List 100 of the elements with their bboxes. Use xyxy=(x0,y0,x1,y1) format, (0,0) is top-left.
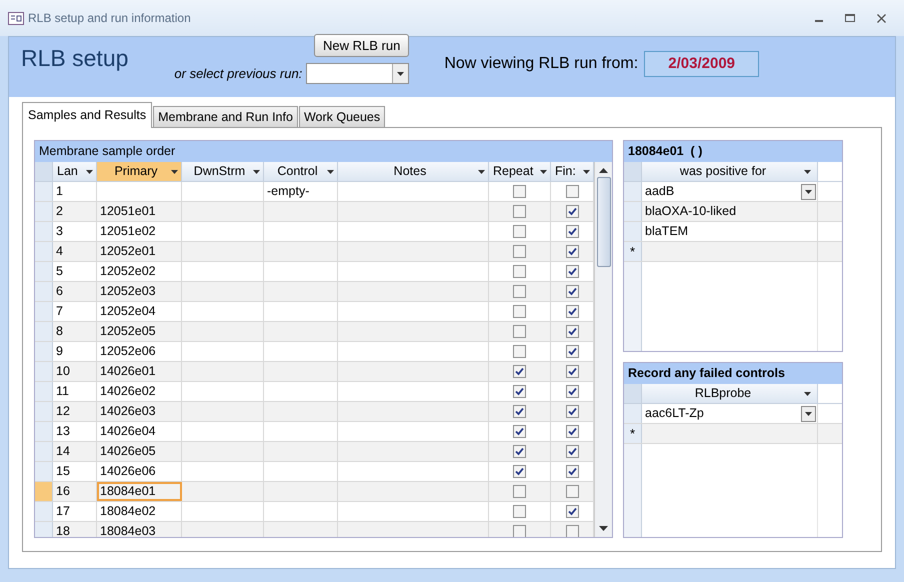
table-cell-text: 13 xyxy=(56,423,70,440)
column-header[interactable]: was positive for xyxy=(642,162,818,181)
scroll-thumb[interactable] xyxy=(596,177,610,267)
subform-title: 18084e01 ( ) xyxy=(624,141,842,162)
column-header[interactable]: Notes xyxy=(338,162,489,181)
column-header[interactable]: RLBprobe xyxy=(642,384,818,403)
table-cell-text: 14026e02 xyxy=(100,383,156,400)
new-record-mark: * xyxy=(630,245,636,258)
checkbox[interactable] xyxy=(566,385,578,398)
table-cell-text: 16 xyxy=(56,483,70,500)
table-cell-text: 18084e02 xyxy=(100,503,156,520)
table-cell-text: 18084e01 xyxy=(100,483,156,500)
new-record-mark: * xyxy=(630,427,636,440)
caret-icon xyxy=(805,412,812,416)
checkbox[interactable] xyxy=(566,245,578,258)
checkbox[interactable] xyxy=(566,325,578,338)
table-title: Membrane sample order xyxy=(35,141,612,162)
checkbox[interactable] xyxy=(513,425,526,438)
table-cell-text: 12051e01 xyxy=(100,203,156,220)
checkbox[interactable] xyxy=(513,265,526,278)
checkbox[interactable] xyxy=(513,445,526,458)
table-cell-text: 14026e04 xyxy=(100,423,156,440)
table-cell-text: aadB xyxy=(645,183,676,200)
checkbox[interactable] xyxy=(566,225,578,238)
checkbox[interactable] xyxy=(566,185,578,198)
dropdown-button[interactable] xyxy=(801,184,816,200)
table-cell-text: 6 xyxy=(56,283,63,300)
checkbox[interactable] xyxy=(513,505,526,518)
checkbox[interactable] xyxy=(566,345,578,358)
viewing-label: Now viewing RLB run from: xyxy=(444,54,638,74)
checkbox[interactable] xyxy=(513,325,526,338)
checkbox[interactable] xyxy=(513,485,526,498)
checkbox[interactable] xyxy=(513,465,526,478)
tab[interactable]: Work Queues xyxy=(298,106,386,128)
checkbox[interactable] xyxy=(513,205,526,218)
table-cell-text: 15 xyxy=(56,463,70,480)
table-cell-text: 5 xyxy=(56,263,63,280)
checkbox[interactable] xyxy=(513,385,526,398)
new-record-row[interactable]: * xyxy=(624,424,842,444)
table-cell-text: 18084e03 xyxy=(100,523,156,537)
caret-icon xyxy=(171,170,178,174)
checkbox[interactable] xyxy=(566,305,578,318)
checkbox[interactable] xyxy=(566,445,578,458)
caret-icon xyxy=(478,170,485,174)
new-record-row[interactable]: * xyxy=(624,242,842,262)
column-header[interactable]: Primary xyxy=(97,162,182,181)
caret-icon xyxy=(805,190,812,194)
caret-icon xyxy=(327,170,334,174)
column-header[interactable]: DwnStrm xyxy=(182,162,264,181)
checkbox[interactable] xyxy=(513,185,526,198)
checkbox[interactable] xyxy=(566,365,578,378)
table-cell-text: 12052e01 xyxy=(100,243,156,260)
caret-icon xyxy=(583,170,590,174)
checkbox[interactable] xyxy=(513,405,526,418)
window-title: RLB setup and run information xyxy=(28,10,191,27)
checkbox[interactable] xyxy=(513,245,526,258)
checkbox[interactable] xyxy=(566,405,578,418)
dropdown-button[interactable] xyxy=(801,406,816,422)
new-run-button[interactable]: New RLB run xyxy=(314,34,410,57)
caret-icon xyxy=(397,72,404,76)
table-cell-text: 12051e02 xyxy=(100,223,156,240)
table-cell-text: 8 xyxy=(56,323,63,340)
checkbox[interactable] xyxy=(513,525,526,537)
checkbox[interactable] xyxy=(566,525,578,537)
subform-title: Record any failed controls xyxy=(624,363,842,384)
table-cell-text: 7 xyxy=(56,303,63,320)
table-cell-text: 1 xyxy=(56,183,63,200)
column-header[interactable]: Control xyxy=(264,162,338,181)
checkbox[interactable] xyxy=(566,505,578,518)
checkbox[interactable] xyxy=(566,465,578,478)
checkbox[interactable] xyxy=(566,285,578,298)
caret-icon xyxy=(804,170,811,174)
checkbox[interactable] xyxy=(513,225,526,238)
checkbox[interactable] xyxy=(566,425,578,438)
table-cell-text: 12052e06 xyxy=(100,343,156,360)
checkbox[interactable] xyxy=(513,305,526,318)
checkbox[interactable] xyxy=(566,485,578,498)
table-cell-text: -empty- xyxy=(267,183,310,200)
checkbox[interactable] xyxy=(513,285,526,298)
scroll-down-icon[interactable] xyxy=(599,526,608,531)
checkbox[interactable] xyxy=(566,265,578,278)
table-cell-text: 4 xyxy=(56,243,63,260)
table-cell-text: aac6LT-Zp xyxy=(645,405,705,422)
scroll-up-icon[interactable] xyxy=(599,168,608,173)
tab[interactable]: Samples and Results xyxy=(22,102,152,128)
close-button[interactable] xyxy=(877,14,886,22)
checkbox[interactable] xyxy=(513,345,526,358)
tab[interactable]: Membrane and Run Info xyxy=(153,106,298,128)
column-header[interactable]: Repeat xyxy=(489,162,551,181)
form-title: RLB setup xyxy=(21,44,128,73)
table-cell-text: 12052e04 xyxy=(100,303,156,320)
previous-run-dropdown[interactable] xyxy=(306,63,410,84)
table-cell-text: 10 xyxy=(56,363,70,380)
checkbox[interactable] xyxy=(513,365,526,378)
caret-icon xyxy=(804,392,811,396)
checkbox[interactable] xyxy=(566,205,578,218)
table-cell-text: blaTEM xyxy=(645,223,690,240)
scrollbar[interactable] xyxy=(594,162,612,537)
caret-icon xyxy=(540,170,547,174)
maximize-button[interactable] xyxy=(845,14,855,22)
